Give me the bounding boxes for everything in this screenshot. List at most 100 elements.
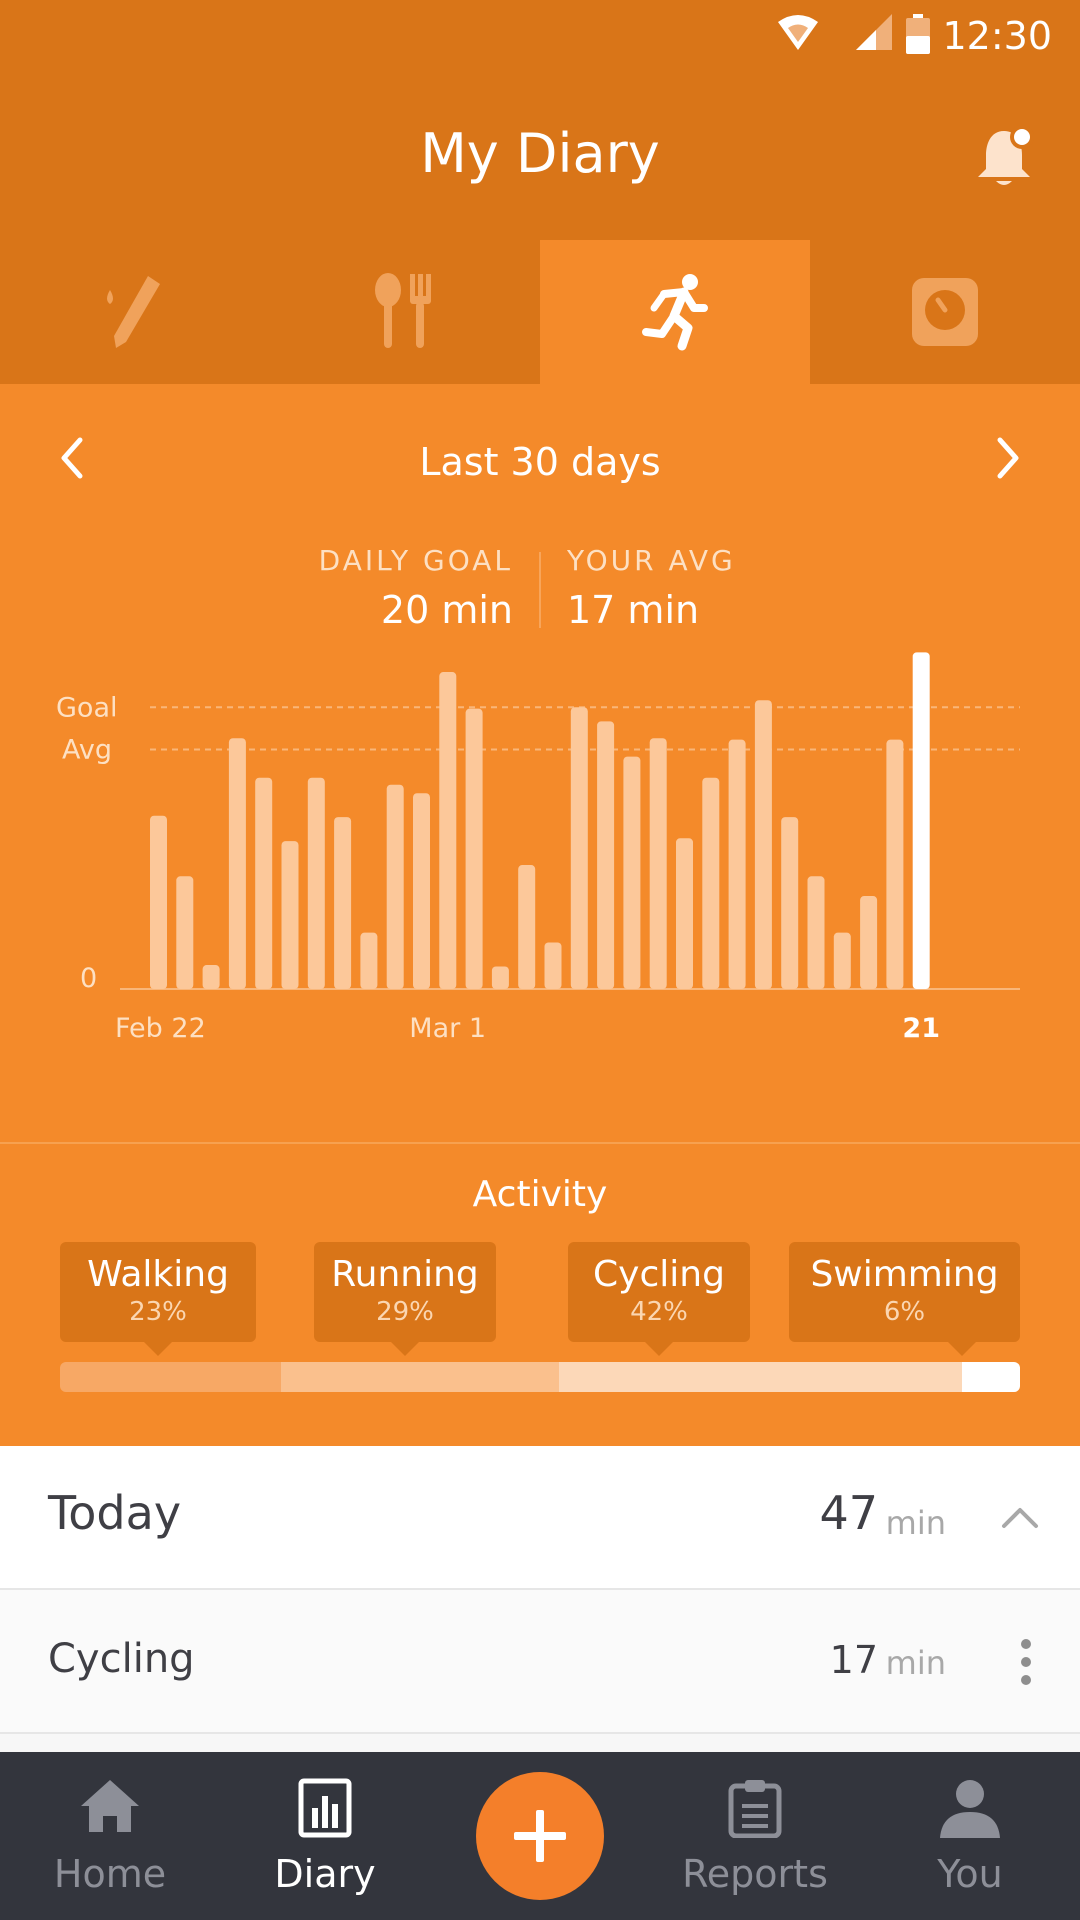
chart-bar — [781, 817, 799, 989]
chart-bar — [176, 876, 194, 989]
profile-icon — [940, 1780, 1000, 1838]
avg-axis-label: Avg — [62, 735, 112, 766]
activity-percent: 29% — [376, 1297, 434, 1327]
today-label: Today — [48, 1486, 182, 1540]
cell-signal-icon — [856, 14, 892, 50]
page-title: My Diary — [420, 122, 660, 185]
chart-bar — [202, 965, 220, 989]
nav-you[interactable]: You — [880, 1752, 1060, 1920]
nav-home-label: Home — [53, 1852, 167, 1896]
stats-divider — [539, 552, 541, 628]
diary-chart-icon — [298, 1778, 352, 1838]
nav-diary[interactable]: Diary — [210, 1752, 440, 1920]
running-icon — [642, 274, 708, 351]
chart-bar — [702, 777, 720, 989]
chart-bar — [623, 756, 641, 989]
chart-bar — [544, 942, 562, 989]
tab-activity[interactable] — [540, 240, 810, 384]
more-options-icon[interactable] — [1020, 1638, 1032, 1686]
pill-pointer — [948, 1342, 976, 1356]
chevron-up-icon[interactable] — [1000, 1498, 1040, 1538]
chart-bar — [807, 876, 825, 989]
goal-axis-label: Goal — [56, 692, 118, 723]
battery-icon — [906, 14, 930, 54]
entry-label: Cycling — [48, 1636, 195, 1682]
share-segment-cycling — [559, 1362, 963, 1392]
share-segment-walking — [60, 1362, 281, 1392]
nav-you-label: You — [937, 1852, 1003, 1896]
chart-bar — [360, 932, 378, 989]
your-avg-value: 17 min — [567, 588, 700, 632]
chart-bar — [491, 966, 509, 989]
your-avg-label: YOUR AVG — [567, 544, 736, 577]
activity-share-bar — [60, 1362, 1020, 1392]
activity-bar-chart: Goal Avg 0 Feb 22 Mar 1 21 — [56, 652, 1020, 1044]
nav-home[interactable]: Home — [0, 1752, 220, 1920]
notification-bell-icon[interactable] — [974, 125, 1034, 189]
chart-bar — [334, 817, 352, 989]
chart-bar — [676, 838, 693, 989]
entry-value: 17 — [829, 1638, 878, 1682]
goal-stats: DAILY GOAL 20 min YOUR AVG 17 min — [0, 544, 1080, 634]
clipboard-icon — [728, 1780, 782, 1838]
x-tick-label: Mar 1 — [409, 1013, 486, 1044]
add-entry-button[interactable] — [476, 1772, 604, 1900]
activity-percent: 23% — [129, 1297, 187, 1327]
list-item[interactable]: Cycling 17 min — [0, 1590, 1080, 1734]
scale-icon — [912, 278, 978, 346]
chart-bar — [860, 896, 878, 989]
chart-bar — [465, 708, 483, 989]
wifi-icon — [778, 15, 818, 50]
activity-pill-swimming[interactable]: Swimming 6% — [789, 1242, 1020, 1356]
chart-bar — [649, 738, 667, 989]
share-segment-running — [280, 1362, 560, 1392]
activity-name: Walking — [87, 1254, 229, 1295]
nav-reports-label: Reports — [682, 1852, 828, 1896]
activity-pill-cycling[interactable]: Cycling 42% — [568, 1242, 750, 1356]
activity-pill-walking[interactable]: Walking 23% — [60, 1242, 256, 1356]
nav-diary-label: Diary — [274, 1852, 376, 1896]
section-divider — [0, 1142, 1080, 1144]
home-icon — [81, 1780, 139, 1832]
daily-goal-label: DAILY GOAL — [318, 544, 513, 577]
x-tick-label: Feb 22 — [115, 1013, 206, 1044]
today-row[interactable]: Today 47 min — [0, 1446, 1080, 1590]
activity-percent: 42% — [630, 1297, 688, 1327]
pill-pointer — [391, 1342, 419, 1356]
tab-glucose[interactable] — [0, 240, 270, 384]
chart-bar — [754, 700, 772, 989]
activity-name: Running — [331, 1254, 479, 1295]
nav-reports[interactable]: Reports — [660, 1752, 850, 1920]
activity-panel: Last 30 days DAILY GOAL 20 min YOUR AVG … — [0, 384, 1080, 1446]
today-unit: min — [885, 1504, 946, 1542]
food-utensils-icon — [375, 273, 431, 348]
activity-title: Activity — [472, 1174, 608, 1215]
status-bar: 12:30 — [0, 0, 1080, 74]
chart-bar — [570, 707, 588, 989]
chevron-right-icon[interactable] — [988, 434, 1028, 482]
tab-food[interactable] — [270, 240, 540, 384]
chart-bar — [386, 784, 404, 989]
glucose-meter-icon — [107, 276, 160, 348]
pill-pointer — [144, 1342, 172, 1356]
activity-pill-running[interactable]: Running 29% — [314, 1242, 496, 1356]
category-tabs — [0, 240, 1080, 384]
activity-percent: 6% — [883, 1297, 926, 1327]
chart-bar — [150, 815, 167, 989]
plus-icon — [514, 1810, 566, 1862]
chart-bar — [597, 721, 615, 989]
chart-bar — [255, 777, 273, 989]
share-segment-swimming — [962, 1362, 1020, 1392]
status-time: 12:30 — [942, 14, 1052, 58]
chart-bar — [228, 738, 246, 989]
activity-name: Cycling — [593, 1254, 725, 1295]
x-tick-label: 21 — [902, 1013, 940, 1044]
today-total-value: 47 — [819, 1486, 878, 1540]
chart-bar — [833, 932, 851, 989]
zero-axis-label: 0 — [80, 963, 97, 994]
chart-bar — [413, 793, 430, 989]
tab-weight[interactable] — [810, 240, 1080, 384]
chart-bar — [886, 739, 904, 989]
chart-bar — [281, 841, 299, 989]
activity-name: Swimming — [810, 1254, 999, 1295]
